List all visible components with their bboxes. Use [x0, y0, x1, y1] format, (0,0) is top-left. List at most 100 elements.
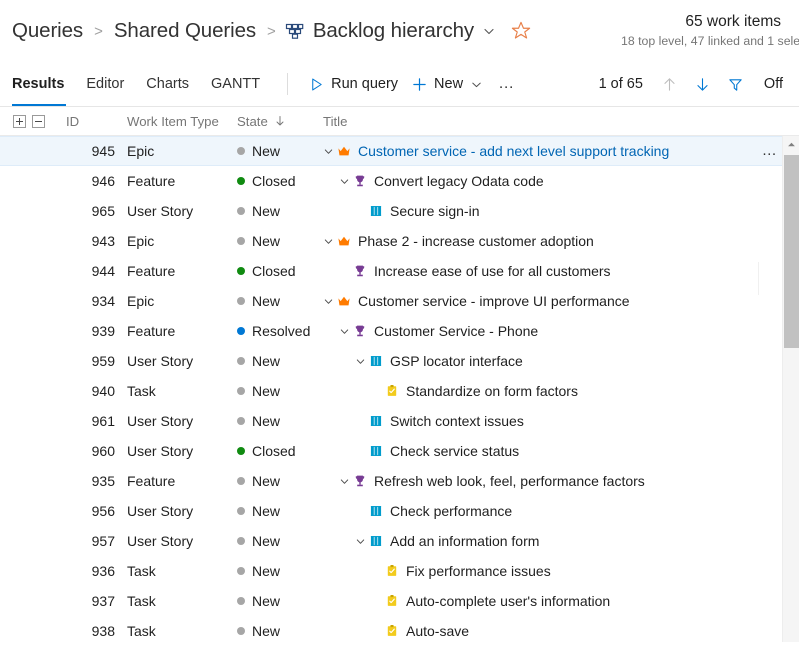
work-item-title-link[interactable]: Refresh web look, feel, performance fact… [374, 473, 645, 489]
state-label: Closed [252, 173, 296, 189]
table-row[interactable]: 937 Task New Auto-complete user's informati… [0, 586, 799, 616]
state-dot [237, 627, 245, 635]
cell-id: 943 [91, 233, 115, 249]
work-item-title-link[interactable]: Check service status [390, 443, 519, 459]
next-item-button[interactable] [686, 72, 719, 97]
run-query-button[interactable]: Run query [302, 71, 405, 97]
column-header-work-item-type[interactable]: Work Item Type [127, 114, 237, 129]
work-item-title-link[interactable]: Standardize on form factors [406, 383, 578, 399]
table-row[interactable]: 959 User Story New GSP locator interface [0, 346, 799, 376]
table-row[interactable]: 965 User Story New Secure sign-in [0, 196, 799, 226]
work-item-title-link[interactable]: Switch context issues [390, 413, 524, 429]
table-row[interactable]: 945 Epic New Customer service - add next le… [0, 136, 799, 166]
cell-state: New [237, 413, 320, 429]
work-items-summary: 65 work items 18 top level, 47 linked an… [621, 12, 799, 50]
cell-id: 936 [91, 563, 115, 579]
grid-header-row: ID Work Item Type State Title [0, 107, 799, 136]
work-item-title-link[interactable]: GSP locator interface [390, 353, 523, 369]
work-item-title-link[interactable]: Secure sign-in [390, 203, 480, 219]
filter-button[interactable] [719, 72, 752, 97]
user-story-icon [368, 414, 384, 428]
collapse-all-button[interactable] [32, 114, 45, 128]
table-row[interactable]: 935 Feature New Refresh web look, feel, per… [0, 466, 799, 496]
work-item-title-link[interactable]: Check performance [390, 503, 512, 519]
column-header-title[interactable]: Title [320, 114, 799, 129]
filter-state-label[interactable]: Off [752, 76, 785, 92]
tab-results[interactable]: Results [12, 62, 75, 106]
breadcrumb-shared-queries[interactable]: Shared Queries [108, 17, 262, 45]
work-item-title-link[interactable]: Customer Service - Phone [374, 323, 538, 339]
cell-id: 957 [91, 533, 115, 549]
table-row[interactable]: 956 User Story New Check performance [0, 496, 799, 526]
work-item-title-link[interactable]: Customer service - improve UI performanc… [358, 293, 630, 309]
work-item-title-link[interactable]: Convert legacy Odata code [374, 173, 544, 189]
state-dot [237, 177, 245, 185]
tab-gantt[interactable]: GANTT [200, 62, 271, 106]
state-dot [237, 567, 245, 575]
vertical-scrollbar[interactable] [782, 136, 799, 642]
tree-grid-icon [285, 22, 305, 40]
work-item-title-link[interactable]: Phase 2 - increase customer adoption [358, 233, 594, 249]
scroll-up-button[interactable] [783, 136, 799, 153]
chevron-down-icon[interactable] [482, 24, 496, 38]
work-item-title-link[interactable]: Auto-save [406, 623, 469, 639]
row-collapse-toggle[interactable] [336, 476, 352, 487]
table-row[interactable]: 934 Epic New Customer service - improve UI … [0, 286, 799, 316]
table-row[interactable]: 939 Feature Resolved Customer Service - Pho… [0, 316, 799, 346]
breadcrumb-current-query[interactable]: Backlog hierarchy [281, 19, 496, 43]
tab-charts[interactable]: Charts [135, 62, 200, 106]
chevron-down-icon[interactable] [470, 78, 483, 91]
table-row[interactable]: 944 Feature Closed Increase ease of use for… [0, 256, 799, 286]
work-item-title-link[interactable]: Increase ease of use for all customers [374, 263, 611, 279]
table-row[interactable]: 960 User Story Closed Check service status [0, 436, 799, 466]
breadcrumb-queries[interactable]: Queries [12, 17, 89, 45]
breadcrumb-separator-1: > [94, 22, 103, 40]
cell-title: Switch context issues [320, 413, 799, 429]
row-collapse-toggle[interactable] [336, 326, 352, 337]
state-label: New [252, 233, 281, 249]
cell-title: Auto-save [320, 623, 799, 639]
work-item-title-link[interactable]: Customer service - add next level suppor… [358, 143, 669, 159]
work-item-title-link[interactable]: Fix performance issues [406, 563, 551, 579]
star-outline-icon [510, 20, 532, 42]
plus-icon [412, 77, 427, 92]
table-row[interactable]: 940 Task New Standardize on form factors [0, 376, 799, 406]
row-collapse-toggle[interactable] [352, 536, 368, 547]
work-item-title-link[interactable]: Auto-complete user's information [406, 593, 610, 609]
work-item-title-link[interactable]: Add an information form [390, 533, 539, 549]
scrollbar-thumb[interactable] [784, 155, 799, 348]
cell-state: New [237, 233, 320, 249]
cell-state: New [237, 563, 320, 579]
row-collapse-toggle[interactable] [336, 176, 352, 187]
row-collapse-toggle[interactable] [352, 356, 368, 367]
column-header-id[interactable]: ID [66, 114, 127, 129]
table-row[interactable]: 961 User Story New Switch context issues [0, 406, 799, 436]
state-dot [237, 447, 245, 455]
table-row[interactable]: 957 User Story New Add an information form [0, 526, 799, 556]
row-collapse-toggle[interactable] [320, 236, 336, 247]
table-row[interactable]: 938 Task New Auto-save [0, 616, 799, 642]
cell-state: Closed [237, 173, 320, 189]
column-header-state[interactable]: State [237, 114, 320, 129]
user-story-icon [368, 534, 384, 548]
row-collapse-toggle[interactable] [320, 146, 336, 157]
expand-all-button[interactable] [13, 114, 26, 128]
cell-id: 940 [91, 383, 115, 399]
new-item-button[interactable]: New [405, 71, 490, 97]
table-row[interactable]: 943 Epic New Phase 2 - increase customer ad… [0, 226, 799, 256]
row-collapse-toggle[interactable] [320, 296, 336, 307]
cell-state: Resolved [237, 323, 320, 339]
tab-editor[interactable]: Editor [75, 62, 135, 106]
table-row[interactable]: 936 Task New Fix performance issues [0, 556, 799, 586]
state-label: New [252, 143, 281, 159]
table-row[interactable]: 946 Feature Closed Convert legacy Odata cod… [0, 166, 799, 196]
cell-work-item-type: Epic [127, 143, 155, 159]
cell-work-item-type: Feature [127, 173, 176, 189]
expand-collapse-header [0, 114, 66, 128]
more-actions-button[interactable]: … [490, 74, 524, 94]
favorite-button[interactable] [510, 20, 532, 42]
cell-id: 939 [91, 323, 115, 339]
previous-item-button[interactable] [653, 72, 686, 97]
breadcrumb-separator-2: > [267, 22, 276, 40]
work-items-detail: 18 top level, 47 linked and 1 selected [621, 34, 799, 49]
